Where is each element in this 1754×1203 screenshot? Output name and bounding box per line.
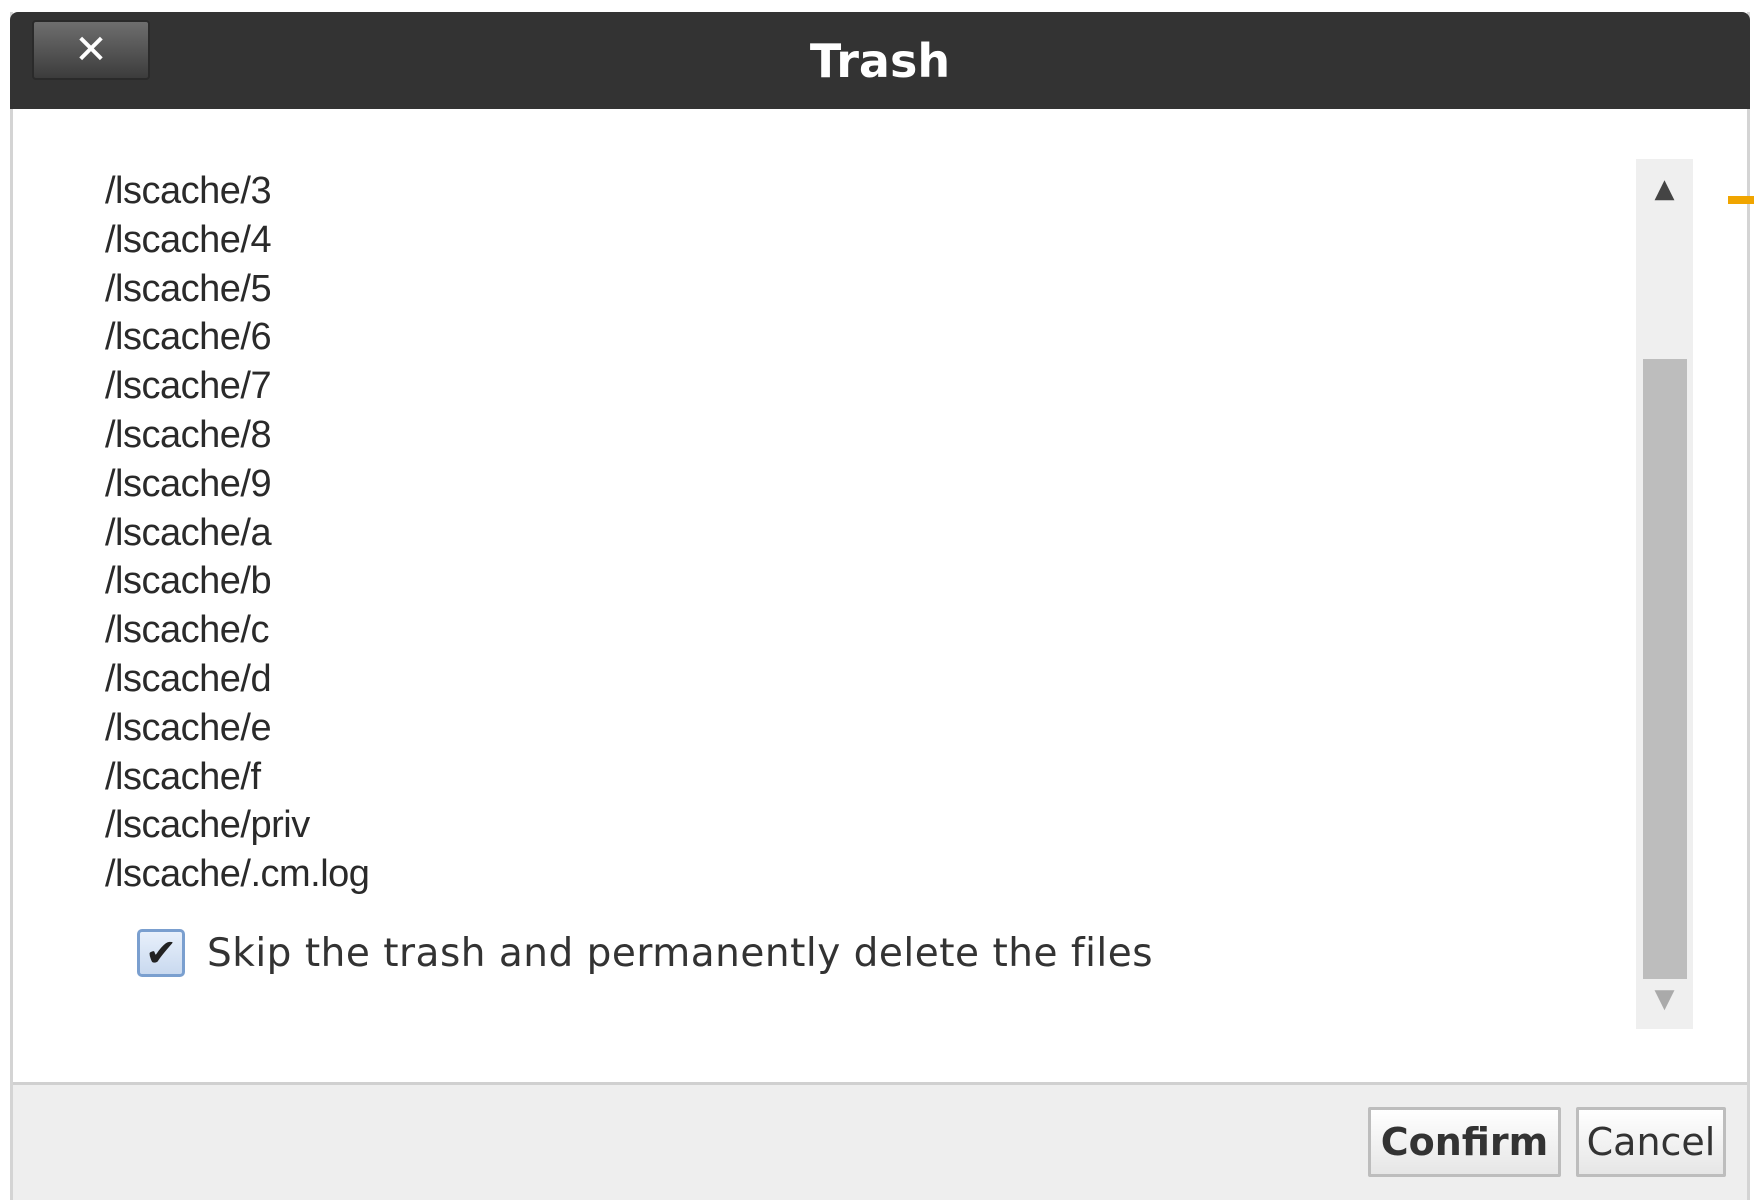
trash-dialog: ✕ Trash /lscache/3/lscache/4/lscache/5/l… (10, 12, 1750, 1200)
file-list-item: /lscache/3 (105, 170, 272, 212)
background-accent-mark (1728, 196, 1754, 204)
file-list-item: /lscache/d (105, 657, 272, 700)
dialog-content: /lscache/3/lscache/4/lscache/5/lscache/6… (13, 109, 1747, 1097)
skip-trash-option[interactable]: ✔ Skip the trash and permanently delete … (137, 929, 1153, 977)
file-list-item: /lscache/b (105, 560, 272, 603)
triangle-down-icon: ▼ (1654, 984, 1675, 1014)
skip-trash-checkbox[interactable]: ✔ (137, 929, 185, 977)
file-list-item: /lscache/9 (105, 462, 272, 505)
file-list-item: /lscache/c (105, 609, 269, 652)
checkmark-icon: ✔ (145, 931, 177, 975)
scroll-thumb[interactable] (1643, 359, 1687, 979)
file-list-item: /lscache/priv (105, 804, 310, 847)
close-icon: ✕ (74, 27, 108, 73)
file-list-item: /lscache/f (105, 755, 261, 798)
close-button[interactable]: ✕ (32, 20, 150, 80)
file-list: /lscache/3/lscache/4/lscache/5/lscache/6… (105, 167, 370, 899)
skip-trash-label[interactable]: Skip the trash and permanently delete th… (207, 931, 1153, 976)
cancel-button[interactable]: Cancel (1576, 1107, 1726, 1177)
file-list-item: /lscache/.cm.log (105, 853, 370, 896)
scroll-up-button[interactable]: ▲ (1636, 159, 1693, 219)
confirm-button[interactable]: Confirm (1368, 1107, 1561, 1177)
dialog-title: Trash (809, 33, 951, 88)
scroll-down-button[interactable]: ▼ (1636, 969, 1693, 1029)
file-list-item: /lscache/6 (105, 316, 272, 359)
file-list-item: /lscache/4 (105, 218, 272, 261)
vertical-scrollbar[interactable]: ▲ ▼ (1636, 159, 1693, 1029)
file-list-item: /lscache/7 (105, 365, 272, 408)
file-list-item: /lscache/e (105, 706, 272, 749)
file-list-item: /lscache/5 (105, 267, 272, 310)
dialog-footer: Confirm Cancel (13, 1082, 1747, 1200)
triangle-up-icon: ▲ (1654, 174, 1675, 204)
dialog-titlebar: ✕ Trash (10, 12, 1750, 109)
file-list-item: /lscache/8 (105, 413, 272, 456)
file-list-item: /lscache/a (105, 511, 272, 554)
